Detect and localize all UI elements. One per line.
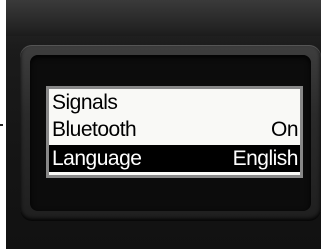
screen-bezel: Signals Bluetooth On Language English	[20, 45, 321, 221]
menu-item-value: English	[232, 147, 299, 170]
menu-item-bluetooth[interactable]: Bluetooth On	[49, 116, 300, 143]
edge-mark	[0, 124, 3, 126]
lcd-menu-screen: Signals Bluetooth On Language English	[46, 86, 303, 178]
device-body: Signals Bluetooth On Language English	[6, 0, 321, 249]
menu-item-signals[interactable]: Signals	[49, 89, 300, 116]
menu-item-label: Language	[52, 147, 142, 170]
menu-item-value: On	[270, 118, 299, 141]
page: Signals Bluetooth On Language English	[0, 0, 321, 249]
device-top-band	[6, 0, 321, 36]
menu-item-label: Signals	[52, 91, 118, 114]
screen-frame: Signals Bluetooth On Language English	[30, 55, 311, 211]
menu-item-language[interactable]: Language English	[49, 145, 300, 172]
menu-item-label: Bluetooth	[52, 118, 137, 141]
